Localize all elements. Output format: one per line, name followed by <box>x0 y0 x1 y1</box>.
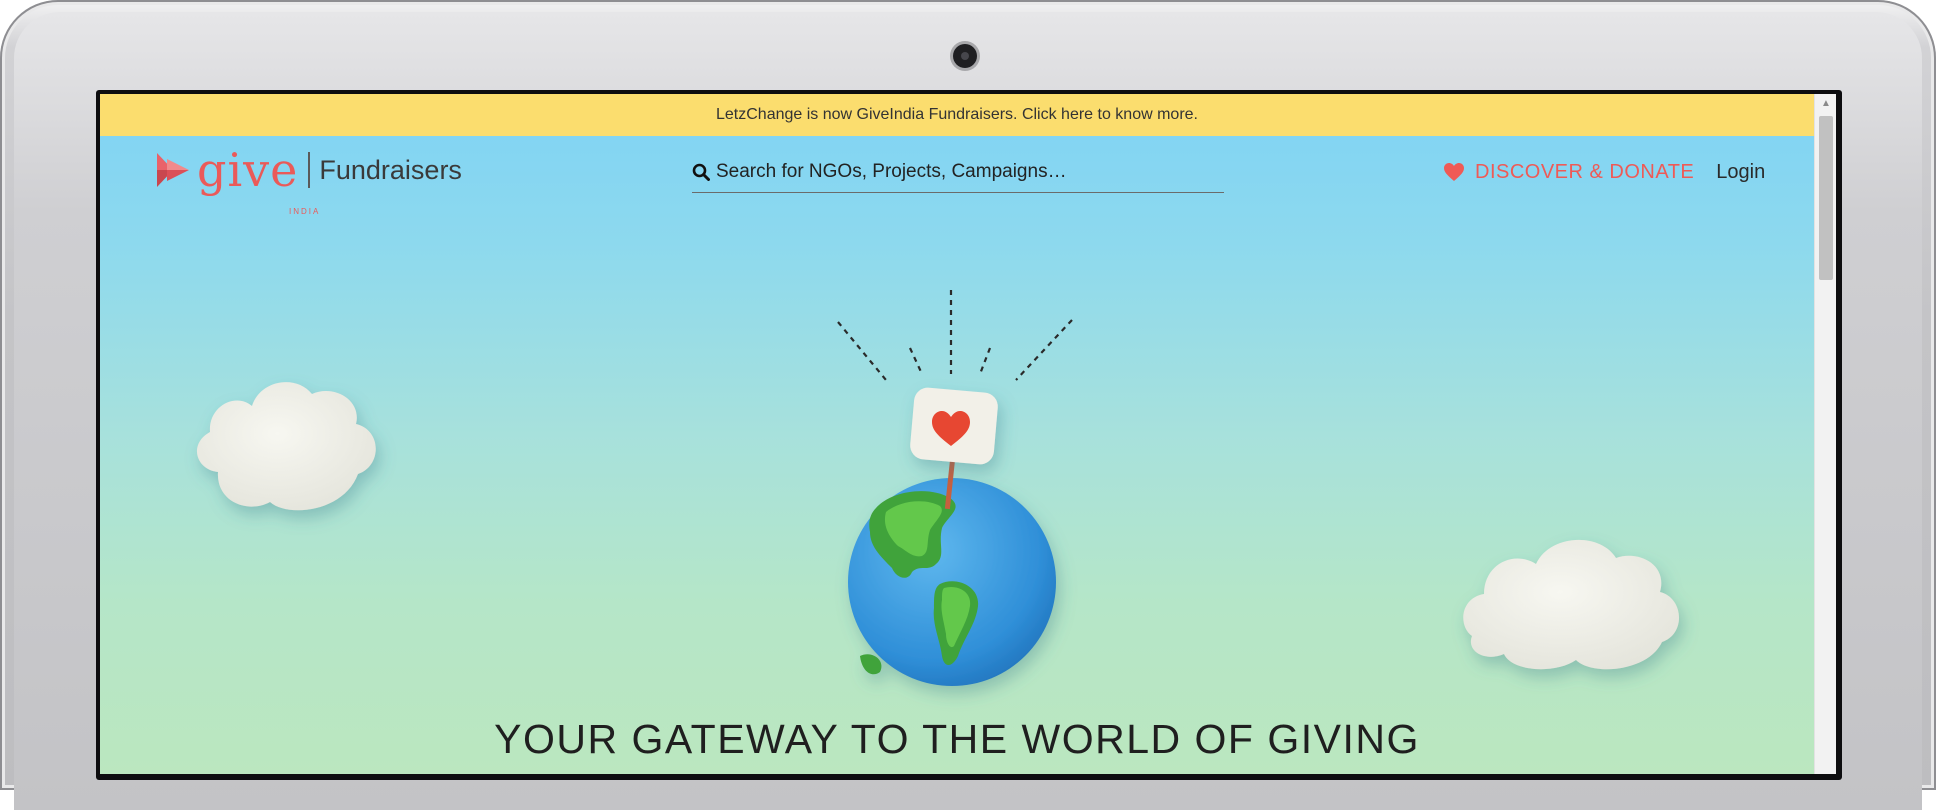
cloud-left <box>196 382 376 511</box>
heart-sign <box>910 387 998 465</box>
browser-viewport: LetzChange is now GiveIndia Fundraisers.… <box>100 94 1836 774</box>
webcam <box>953 44 977 68</box>
page-scrollbar[interactable]: ▲ <box>1814 94 1836 774</box>
hero-title: YOUR GATEWAY TO THE WORLD OF GIVING <box>494 716 1420 762</box>
globe <box>848 478 1056 686</box>
hero-illustration <box>196 290 1680 686</box>
sparkle-rays <box>837 290 1073 381</box>
scroll-up-arrow-icon[interactable]: ▲ <box>1815 94 1836 114</box>
scroll-thumb[interactable] <box>1819 116 1833 280</box>
cloud-right <box>1463 539 1680 670</box>
